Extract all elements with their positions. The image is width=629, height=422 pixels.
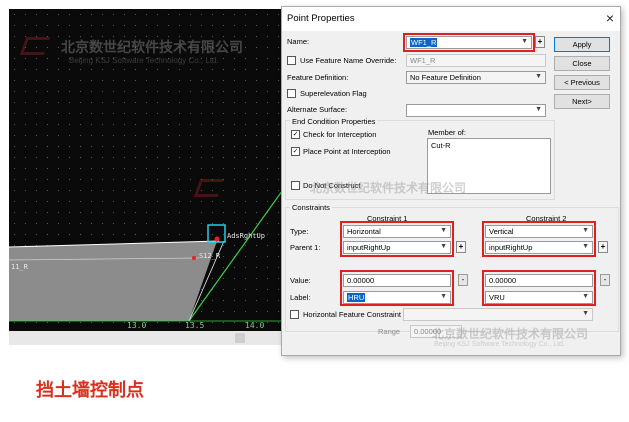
- chevron-down-icon[interactable]: ▼: [440, 227, 447, 234]
- c1-parent-select[interactable]: inputRightUp ▼: [343, 241, 451, 254]
- c1-type-value: Horizontal: [347, 227, 381, 236]
- c2-label-combobox[interactable]: VRU ▼: [485, 291, 593, 304]
- feature-definition-label: Feature Definition:: [287, 73, 349, 82]
- type-label: Type:: [290, 227, 309, 236]
- scroll-thumb[interactable]: [235, 333, 245, 343]
- cad-point-label-2: S12_R: [199, 252, 221, 260]
- chevron-down-icon[interactable]: ▼: [521, 38, 528, 45]
- chevron-down-icon[interactable]: ▼: [535, 106, 542, 113]
- name-combobox[interactable]: WF1_R ▼: [406, 36, 532, 49]
- c2-label-value: VRU: [489, 293, 505, 302]
- feature-override-field: WF1_R: [406, 54, 546, 67]
- c2-parent-select[interactable]: inputRightUp ▼: [485, 241, 593, 254]
- feature-definition-value: No Feature Definition: [410, 73, 481, 82]
- dialog-titlebar[interactable]: Point Properties ×: [282, 7, 620, 31]
- chevron-down-icon[interactable]: ▼: [440, 243, 447, 250]
- point-properties-dialog: Point Properties × Name: WF1_R ▼ + Apply…: [281, 6, 621, 356]
- previous-button[interactable]: < Previous: [554, 75, 610, 90]
- point-marker-2[interactable]: [192, 256, 196, 260]
- c1-value: 0.00000: [347, 276, 375, 285]
- alternate-surface-label: Alternate Surface:: [287, 105, 348, 114]
- c2-type-select[interactable]: Vertical ▼: [485, 225, 593, 238]
- chevron-down-icon: ▼: [582, 310, 589, 317]
- horizontal-feature-checkbox[interactable]: [290, 310, 299, 319]
- dialog-watermark-cn-2: 北京数世纪软件技术有限公司: [432, 327, 589, 341]
- feature-override-value: WF1_R: [410, 56, 436, 65]
- c2-value: 0.00000: [489, 276, 517, 285]
- name-label: Name:: [287, 37, 310, 46]
- superelevation-checkbox[interactable]: [287, 89, 296, 98]
- c2-parent-value: inputRightUp: [489, 243, 533, 252]
- end-condition-title: End Condition Properties: [290, 117, 378, 126]
- value-label: Value:: [290, 276, 311, 285]
- cad-left-label: 11_R: [11, 263, 28, 271]
- range-label: Range: [378, 327, 401, 336]
- cad-viewport[interactable]: 北京数世纪软件技术有限公司 Beijing KSJ Software Techn…: [9, 9, 285, 331]
- constraints-title: Constraints: [290, 203, 332, 212]
- feature-definition-select[interactable]: No Feature Definition ▼: [406, 71, 546, 84]
- superelevation-label: Superelevation Flag: [300, 89, 367, 98]
- chevron-down-icon[interactable]: ▼: [535, 73, 542, 80]
- c1-label-value: HRU: [347, 293, 366, 302]
- c2-value-minus-button[interactable]: -: [600, 274, 610, 286]
- name-value: WF1_R: [410, 38, 438, 47]
- chevron-down-icon[interactable]: ▼: [582, 243, 589, 250]
- apply-button[interactable]: Apply: [554, 37, 610, 52]
- chevron-down-icon[interactable]: ▼: [440, 293, 447, 300]
- list-item[interactable]: Cut-R: [431, 141, 547, 150]
- check-interception-checkbox[interactable]: ✓: [291, 130, 300, 139]
- cut-slope-region: [9, 241, 217, 321]
- dialog-title: Point Properties: [287, 13, 355, 24]
- watermark-cn: 北京数世纪软件技术有限公司: [61, 39, 243, 55]
- name-pick-button[interactable]: +: [535, 36, 545, 48]
- do-not-construct-checkbox[interactable]: [291, 181, 300, 190]
- chevron-down-icon[interactable]: ▼: [582, 227, 589, 234]
- alternate-surface-select[interactable]: ▼: [406, 104, 546, 117]
- c1-value-input[interactable]: 0.00000: [343, 274, 451, 287]
- dialog-watermark-en-2: Beijing KSJ Software Technology Co., Ltd…: [434, 341, 566, 348]
- constraint1-header: Constraint 1: [367, 214, 408, 223]
- axis-tick-1: 13.5: [185, 321, 205, 330]
- member-of-label: Member of:: [428, 128, 466, 137]
- label-label: Label:: [290, 293, 311, 302]
- c2-type-value: Vertical: [489, 227, 514, 236]
- use-feature-override-label: Use Feature Name Override:: [300, 56, 397, 65]
- c2-parent-pick-button[interactable]: +: [598, 241, 608, 253]
- constraint2-header: Constraint 2: [526, 214, 567, 223]
- c1-value-minus-button[interactable]: -: [458, 274, 468, 286]
- horizontal-feature-select: ▼: [403, 308, 593, 321]
- cad-point-label: AdsRghtUp: [227, 232, 265, 240]
- place-point-label: Place Point at Interception: [303, 147, 391, 156]
- close-icon[interactable]: ×: [606, 10, 614, 26]
- axis-tick-0: 13.0: [127, 321, 147, 330]
- parent-label: Parent 1:: [290, 243, 321, 252]
- c1-parent-value: inputRightUp: [347, 243, 391, 252]
- horizontal-feature-label: Horizontal Feature Constraint: [303, 310, 401, 319]
- use-feature-override-checkbox[interactable]: [287, 56, 296, 65]
- chevron-down-icon[interactable]: ▼: [582, 293, 589, 300]
- c1-parent-pick-button[interactable]: +: [456, 241, 466, 253]
- c1-label-combobox[interactable]: HRU ▼: [343, 291, 451, 304]
- check-interception-label: Check for Interception: [303, 130, 377, 139]
- c2-value-input[interactable]: 0.00000: [485, 274, 593, 287]
- c1-type-select[interactable]: Horizontal ▼: [343, 225, 451, 238]
- place-point-checkbox[interactable]: ✓: [291, 147, 300, 156]
- close-button[interactable]: Close: [554, 56, 610, 71]
- screenshot-root: 北京数世纪软件技术有限公司 Beijing KSJ Software Techn…: [0, 0, 629, 422]
- caption-text: 挡土墙控制点: [36, 380, 144, 400]
- control-point-marker[interactable]: [214, 236, 220, 242]
- watermark-en: Beijing KSJ Software Technology Co., Ltd…: [69, 56, 219, 65]
- next-button[interactable]: Next>: [554, 94, 610, 109]
- axis-tick-2: 14.0: [245, 321, 265, 330]
- dialog-watermark-cn: 北京数世纪软件技术有限公司: [310, 181, 467, 195]
